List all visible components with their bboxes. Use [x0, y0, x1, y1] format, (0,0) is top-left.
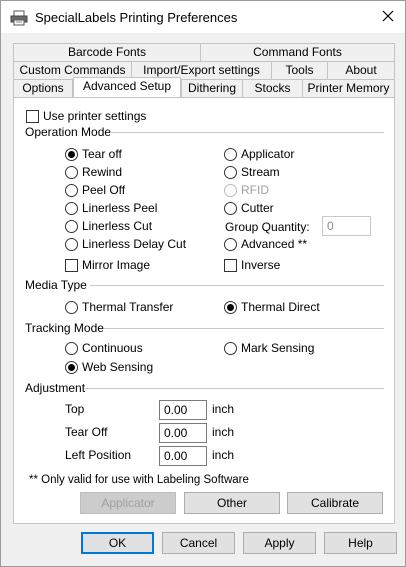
title-bar: SpecialLabels Printing Preferences	[1, 1, 405, 33]
thermal-direct-radio[interactable]	[224, 301, 237, 314]
printer-icon	[10, 10, 28, 26]
operation-mode-divider	[110, 132, 384, 133]
linerless-cut-radio[interactable]	[65, 220, 78, 233]
linerless-peel-label: Linerless Peel	[82, 201, 158, 215]
linerless-delay-cut-label: Linerless Delay Cut	[82, 237, 187, 251]
tab-tools[interactable]: Tools	[271, 61, 328, 79]
calibrate-button[interactable]: Calibrate	[287, 492, 383, 514]
cutter-label: Cutter	[241, 201, 274, 215]
window-title: SpecialLabels Printing Preferences	[35, 10, 238, 25]
thermal-transfer-radio[interactable]	[65, 301, 78, 314]
use-printer-settings-checkbox[interactable]	[26, 110, 39, 123]
footnote: ** Only valid for use with Labeling Soft…	[29, 474, 249, 486]
tracking-mode-title: Tracking Mode	[25, 321, 108, 335]
tab-about[interactable]: About	[327, 61, 395, 79]
continuous-label: Continuous	[82, 341, 143, 355]
cancel-button[interactable]: Cancel	[162, 532, 235, 554]
linerless-cut-label: Linerless Cut	[82, 219, 153, 233]
help-button[interactable]: Help	[324, 532, 397, 554]
close-button[interactable]	[371, 1, 405, 33]
thermal-direct-label: Thermal Direct	[241, 300, 320, 314]
rewind-radio[interactable]	[65, 166, 78, 179]
tab-printer-memory[interactable]: Printer Memory	[302, 79, 395, 97]
left-position-label: Left Position	[65, 448, 132, 462]
tab-advanced-setup[interactable]: Advanced Setup	[73, 77, 181, 97]
applicator-button: Applicator	[80, 492, 176, 514]
web-sensing-radio[interactable]	[65, 361, 78, 374]
advanced-radio[interactable]	[224, 238, 237, 251]
peel-off-label: Peel Off	[82, 183, 126, 197]
other-button[interactable]: Other	[184, 492, 280, 514]
continuous-radio[interactable]	[65, 342, 78, 355]
cutter-radio[interactable]	[224, 202, 237, 215]
ok-button[interactable]: OK	[81, 532, 154, 554]
rewind-label: Rewind	[82, 165, 123, 179]
mirror-image-checkbox[interactable]	[65, 259, 78, 272]
thermal-transfer-label: Thermal Transfer	[82, 300, 174, 314]
tear-off-adjust-label: Tear Off	[65, 425, 108, 439]
linerless-delay-cut-radio[interactable]	[65, 238, 78, 251]
tear-off-radio[interactable]	[65, 148, 78, 161]
mark-sensing-radio[interactable]	[224, 342, 237, 355]
media-type-title: Media Type	[25, 278, 91, 292]
mirror-image-label: Mirror Image	[82, 258, 151, 272]
left-position-input[interactable]: 0.00	[159, 446, 207, 466]
tear-off-label: Tear off	[82, 147, 122, 161]
left-position-unit: inch	[212, 448, 235, 462]
advanced-label: Advanced **	[241, 237, 308, 251]
applicator-radio[interactable]	[224, 148, 237, 161]
media-type-divider	[90, 285, 384, 286]
rfid-label: RFID	[241, 183, 269, 197]
apply-button[interactable]: Apply	[243, 532, 316, 554]
top-input[interactable]: 0.00	[159, 400, 207, 420]
tab-barcode-fonts[interactable]: Barcode Fonts	[13, 43, 201, 61]
web-sensing-label: Web Sensing	[82, 360, 154, 374]
group-quantity-label: Group Quantity:	[225, 220, 310, 234]
top-unit: inch	[212, 402, 235, 416]
stream-label: Stream	[241, 165, 280, 179]
tab-stocks[interactable]: Stocks	[242, 79, 303, 97]
tear-off-adjust-input[interactable]: 0.00	[159, 423, 207, 443]
adjustment-divider	[84, 388, 384, 389]
tear-off-adjust-unit: inch	[212, 425, 235, 439]
close-icon	[382, 10, 394, 25]
stream-radio[interactable]	[224, 166, 237, 179]
top-label: Top	[65, 402, 85, 416]
adjustment-title: Adjustment	[25, 381, 90, 395]
tab-command-fonts[interactable]: Command Fonts	[200, 43, 395, 61]
applicator-label: Applicator	[241, 147, 295, 161]
rfid-radio	[224, 184, 237, 197]
tab-dithering[interactable]: Dithering	[181, 79, 243, 97]
inverse-label: Inverse	[241, 258, 281, 272]
linerless-peel-radio[interactable]	[65, 202, 78, 215]
peel-off-radio[interactable]	[65, 184, 78, 197]
use-printer-settings-label: Use printer settings	[43, 109, 147, 123]
preferences-window: SpecialLabels Printing Preferences Barco…	[0, 0, 406, 567]
inverse-checkbox[interactable]	[224, 259, 237, 272]
advanced-setup-panel: Use printer settings Operation Mode Tear…	[13, 97, 395, 524]
tracking-mode-divider	[104, 328, 384, 329]
group-quantity-input[interactable]: 0	[322, 216, 371, 236]
mark-sensing-label: Mark Sensing	[241, 341, 315, 355]
tab-options[interactable]: Options	[13, 79, 73, 97]
operation-mode-title: Operation Mode	[25, 125, 116, 139]
